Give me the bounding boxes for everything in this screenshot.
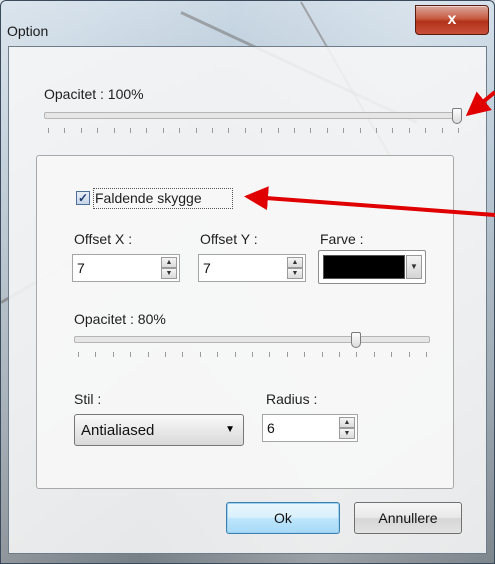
- tick-mark: [310, 128, 311, 133]
- style-select-value[interactable]: Antialiased: [81, 422, 154, 439]
- tick-mark: [278, 128, 279, 133]
- tick-mark: [130, 352, 131, 357]
- tick-mark: [360, 128, 361, 133]
- arrow-down-icon[interactable]: ▼: [339, 428, 355, 439]
- arrow-up-icon[interactable]: ▲: [287, 257, 303, 268]
- opacity-label: Opacitet : 100%: [44, 86, 144, 102]
- tick-mark: [165, 352, 166, 357]
- close-icon: x: [447, 11, 457, 28]
- offset-x-value[interactable]: 7: [77, 260, 85, 276]
- color-swatch[interactable]: [323, 255, 405, 279]
- window-title: Option: [7, 23, 49, 39]
- color-picker[interactable]: ▼: [318, 250, 426, 284]
- shadow-opacity-slider-track[interactable]: [74, 336, 430, 343]
- tick-mark: [261, 128, 262, 133]
- arrow-down-icon[interactable]: ▼: [287, 268, 303, 279]
- tick-mark: [113, 352, 114, 357]
- tick-mark: [114, 128, 115, 133]
- arrow-up-icon[interactable]: ▲: [161, 257, 177, 268]
- offset-x-label: Offset X :: [74, 231, 133, 247]
- tick-mark: [339, 352, 340, 357]
- offset-y-label: Offset Y :: [200, 231, 258, 247]
- offset-y-value[interactable]: 7: [203, 260, 211, 276]
- tick-mark: [95, 352, 96, 357]
- tick-mark: [179, 128, 180, 133]
- tick-mark: [269, 352, 270, 357]
- tick-mark: [81, 128, 82, 133]
- focus-outline: [93, 188, 233, 209]
- tick-mark: [392, 128, 393, 133]
- shadow-checkbox[interactable]: ✓: [76, 191, 90, 205]
- radius-label: Radius :: [266, 391, 318, 407]
- tick-mark: [163, 128, 164, 133]
- tick-mark: [425, 128, 426, 133]
- tick-mark: [458, 128, 459, 133]
- opacity-slider-ticks: [44, 128, 462, 133]
- tick-mark: [130, 128, 131, 133]
- arrow-down-icon[interactable]: ▼: [161, 268, 177, 279]
- offset-x-stepper[interactable]: 7 ▲ ▼: [72, 254, 180, 282]
- tick-mark: [374, 352, 375, 357]
- tick-mark: [217, 352, 218, 357]
- offset-y-stepper[interactable]: 7 ▲ ▼: [198, 254, 306, 282]
- tick-mark: [235, 352, 236, 357]
- tick-mark: [376, 128, 377, 133]
- tick-mark: [294, 128, 295, 133]
- tick-mark: [228, 128, 229, 133]
- radius-value[interactable]: 6: [267, 420, 275, 436]
- tick-mark: [48, 128, 49, 133]
- cancel-button[interactable]: Annullere: [354, 502, 462, 534]
- shadow-opacity-slider-ticks: [74, 352, 430, 357]
- tick-mark: [287, 352, 288, 357]
- tick-mark: [148, 352, 149, 357]
- shadow-opacity-slider-thumb[interactable]: [350, 332, 361, 348]
- tick-mark: [196, 128, 197, 133]
- chevron-down-icon[interactable]: ▼: [225, 424, 235, 435]
- tick-mark: [78, 352, 79, 357]
- tick-mark: [356, 352, 357, 357]
- style-label: Stil :: [74, 391, 102, 407]
- chevron-down-icon[interactable]: ▼: [406, 255, 422, 279]
- style-select[interactable]: Antialiased ▼: [74, 414, 244, 446]
- tick-mark: [97, 128, 98, 133]
- tick-mark: [252, 352, 253, 357]
- shadow-opacity-label: Opacitet : 80%: [74, 311, 166, 327]
- tick-mark: [182, 352, 183, 357]
- radius-stepper[interactable]: 6 ▲ ▼: [262, 414, 358, 442]
- tick-mark: [245, 128, 246, 133]
- tick-mark: [322, 352, 323, 357]
- arrow-up-icon[interactable]: ▲: [339, 417, 355, 428]
- tick-mark: [442, 128, 443, 133]
- opacity-slider-thumb[interactable]: [452, 108, 462, 124]
- tick-mark: [426, 352, 427, 357]
- tick-mark: [391, 352, 392, 357]
- tick-mark: [146, 128, 147, 133]
- tick-mark: [343, 128, 344, 133]
- close-button[interactable]: x: [415, 5, 489, 35]
- tick-mark: [304, 352, 305, 357]
- tick-mark: [327, 128, 328, 133]
- checkmark-icon: ✓: [77, 191, 89, 205]
- color-label: Farve :: [320, 231, 364, 247]
- tick-mark: [200, 352, 201, 357]
- tick-mark: [64, 128, 65, 133]
- opacity-slider-track[interactable]: [44, 112, 462, 119]
- tick-mark: [409, 352, 410, 357]
- tick-mark: [409, 128, 410, 133]
- tick-mark: [212, 128, 213, 133]
- ok-button[interactable]: Ok: [226, 502, 340, 534]
